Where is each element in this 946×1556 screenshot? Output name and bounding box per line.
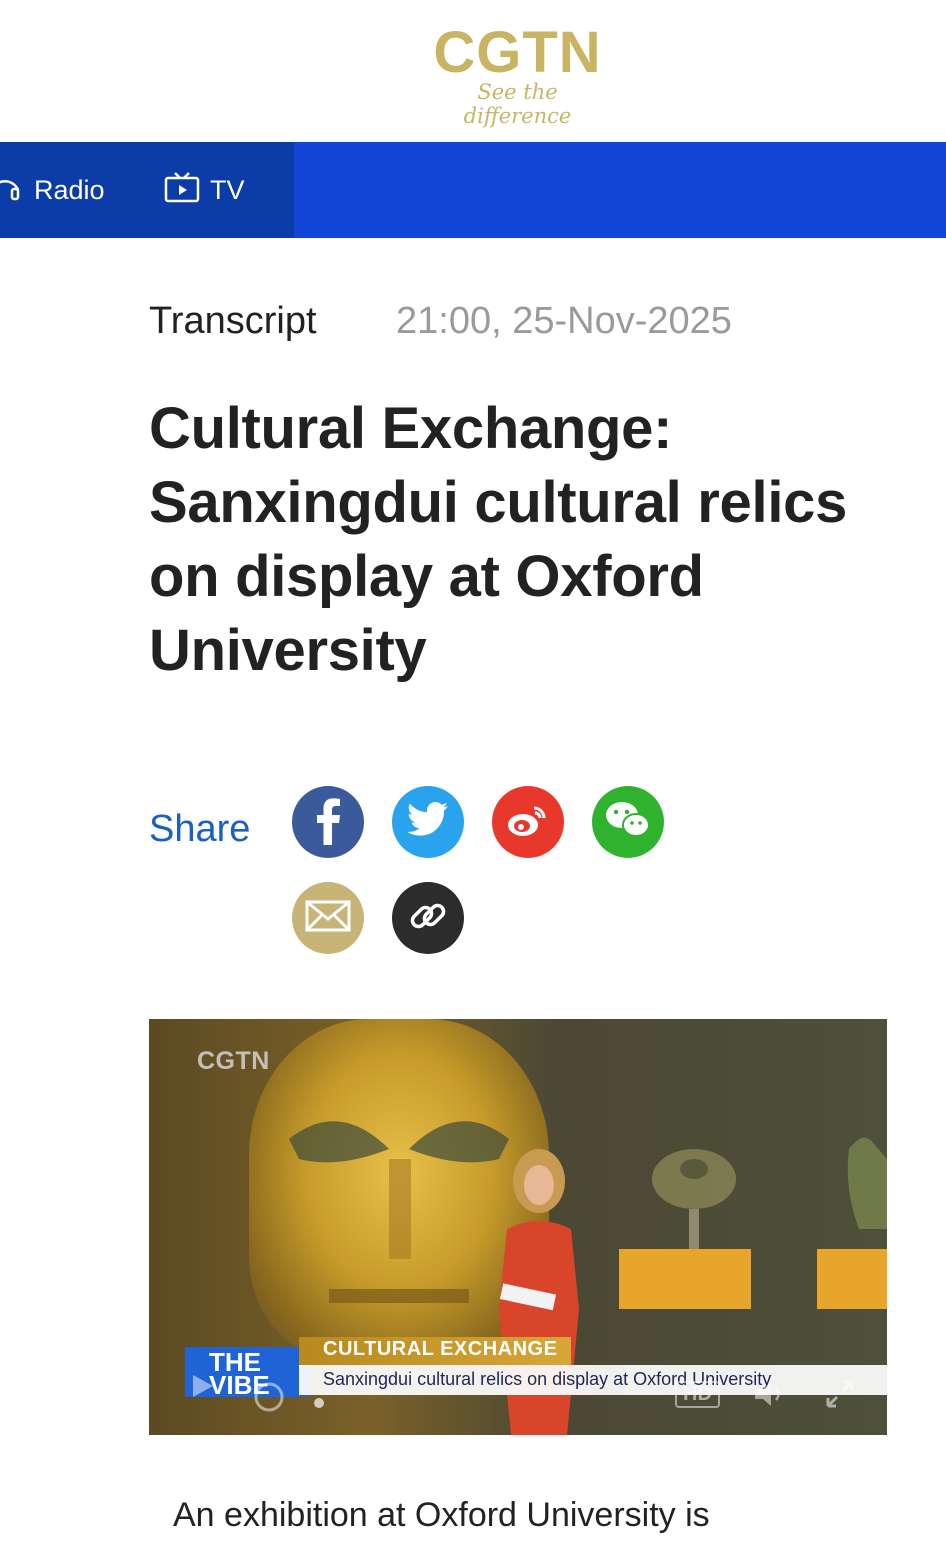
cgtn-logo[interactable]: CGTN See the difference [430,20,605,129]
share-facebook-button[interactable] [292,786,364,858]
share-copy-link-button[interactable] [392,882,464,954]
share-wechat-button[interactable] [592,786,664,858]
nav-item-radio[interactable]: Radio [0,142,105,238]
share-email-button[interactable] [292,882,364,954]
bottom-fade [0,1540,946,1556]
weibo-icon [506,802,550,843]
logo-tagline: See the difference [463,80,572,128]
display-plinth [817,1249,887,1309]
video-watermark: CGTN [197,1047,270,1075]
tv-icon [164,170,210,211]
hd-quality-button[interactable]: HD [675,1381,720,1408]
share-label: Share [149,808,251,850]
wechat-icon [604,800,652,845]
top-nav-bar: Radio TV [0,142,946,238]
link-icon [408,896,448,941]
replay-icon[interactable] [253,1381,285,1420]
share-twitter-button[interactable] [392,786,464,858]
play-icon[interactable] [189,1373,215,1406]
headphones-icon [0,172,34,209]
nav-item-tv[interactable]: TV [164,142,245,238]
lower-third-title: CULTURAL EXCHANGE [323,1338,558,1360]
logo-text: CGTN [433,20,602,85]
article-title: Cultural Exchange: Sanxingdui cultural r… [149,396,848,683]
article-timestamp: 21:00, 25-Nov-2025 [396,300,732,342]
nav-item-label: Radio [34,174,105,205]
article-body-paragraph: An exhibition at Oxford University is [173,1496,710,1534]
facebook-icon [308,795,348,850]
volume-icon[interactable] [753,1379,789,1416]
share-weibo-button[interactable] [492,786,564,858]
display-plinth [619,1249,751,1309]
nav-item-label: TV [210,174,245,205]
article-category[interactable]: Transcript [149,300,317,343]
bronze-disc-artifact [652,1149,736,1249]
mail-icon [305,900,351,937]
progress-dot[interactable] [313,1385,325,1416]
site-header: CGTN See the difference [0,0,946,142]
video-player[interactable]: CGTN THE VIBE CULTURAL EXCHANGE Sanxingd… [149,1019,887,1435]
twitter-icon [406,801,450,843]
fullscreen-icon[interactable] [825,1379,855,1416]
bronze-bird-artifact [847,1137,887,1229]
